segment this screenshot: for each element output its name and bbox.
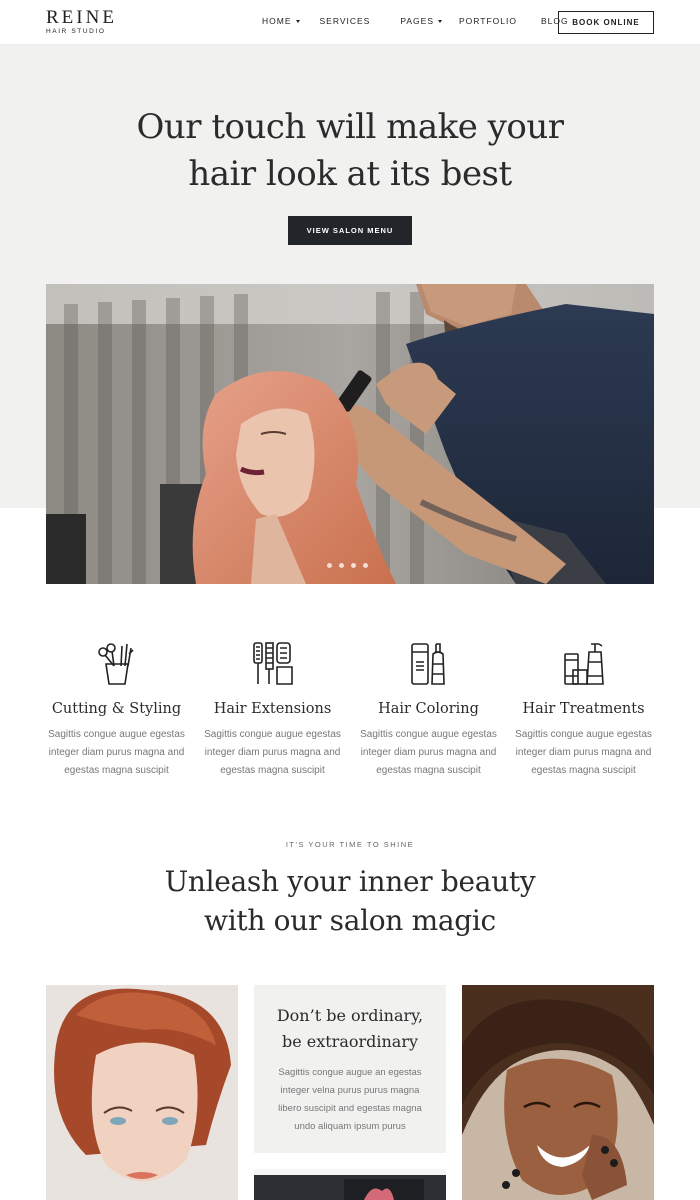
service-description: Sagittis congue augue egestas integer di…	[360, 729, 497, 776]
section-eyebrow: IT'S YOUR TIME TO SHINE	[285, 840, 415, 849]
salon-image-middle	[254, 1169, 446, 1200]
service-description: Sagittis congue augue egestas integer di…	[204, 729, 341, 776]
promo-card-text: Sagittis congue augue an egestas integer…	[278, 1067, 422, 1132]
service-hair-extensions[interactable]: Hair Extensions Sagittis congue augue eg…	[200, 640, 345, 780]
service-title: Hair Extensions	[213, 701, 332, 717]
service-hair-coloring[interactable]: Hair Coloring Sagittis congue augue eges…	[356, 640, 501, 780]
nav-item-label: PAGES	[400, 16, 435, 26]
promo-card: Don’t be ordinary, be extraordinary Sagi…	[254, 985, 446, 1153]
promo-card-title-line: Don’t be ordinary,	[276, 1006, 424, 1025]
service-title: Hair Treatments	[522, 701, 645, 717]
slider-dot[interactable]	[351, 563, 356, 568]
slider-dot[interactable]	[339, 563, 344, 568]
nav-item-home[interactable]: HOME	[262, 16, 300, 26]
color-bottles-icon	[410, 643, 445, 685]
nav-item-label: PORTFOLIO	[459, 16, 517, 26]
slider-dot[interactable]	[363, 563, 368, 568]
portrait-image-right	[462, 985, 654, 1200]
treatment-bottles-icon	[563, 643, 604, 685]
nav-item-label: SERVICES	[319, 16, 371, 26]
service-hair-treatments[interactable]: Hair Treatments Sagittis congue augue eg…	[511, 640, 656, 780]
nav-item-portfolio[interactable]: PORTFOLIO	[459, 16, 517, 26]
brushes-icon	[252, 642, 293, 685]
service-title: Cutting & Styling	[51, 701, 182, 717]
slider-dots	[327, 563, 368, 568]
service-description: Sagittis congue augue egestas integer di…	[515, 729, 652, 776]
section-title: Unleash your inner beauty with our salon…	[0, 862, 700, 940]
hero-slider-image	[46, 284, 654, 584]
site-header: REINE HAIR STUDIO HOME SERVICES PAGES PO…	[0, 0, 700, 45]
hero-title-line: hair look at its best	[188, 154, 512, 194]
nav-item-pages[interactable]: PAGES	[400, 16, 443, 26]
chevron-down-icon	[438, 19, 443, 23]
section-title-line: with our salon magic	[204, 904, 496, 937]
chevron-down-icon	[295, 19, 300, 23]
view-salon-menu-button[interactable]: VIEW SALON MENU	[288, 216, 412, 245]
nav-item-label: HOME	[262, 16, 292, 26]
portrait-image-left	[46, 985, 238, 1200]
logo[interactable]: REINE HAIR STUDIO	[46, 7, 117, 35]
section-title-line: Unleash your inner beauty	[164, 865, 536, 898]
slider-dot[interactable]	[327, 563, 332, 568]
promo-card-title: Don’t be ordinary, be extraordinary	[254, 1003, 446, 1055]
promo-card-title-line: be extraordinary	[281, 1032, 419, 1051]
hero-title: Our touch will make your hair look at it…	[0, 104, 700, 198]
book-online-button[interactable]: BOOK ONLINE	[558, 11, 654, 34]
main-nav: HOME SERVICES PAGES PORTFOLIO BLOG	[262, 16, 569, 26]
scissors-comb-icon	[97, 643, 134, 685]
service-description: Sagittis congue augue egestas integer di…	[48, 729, 185, 776]
logo-name: REINE	[46, 7, 117, 28]
service-title: Hair Coloring	[378, 701, 479, 717]
service-cutting-styling[interactable]: Cutting & Styling Sagittis congue augue …	[44, 640, 189, 780]
hero-title-line: Our touch will make your	[136, 107, 564, 147]
logo-tagline: HAIR STUDIO	[46, 28, 106, 35]
nav-item-services[interactable]: SERVICES	[320, 16, 371, 26]
